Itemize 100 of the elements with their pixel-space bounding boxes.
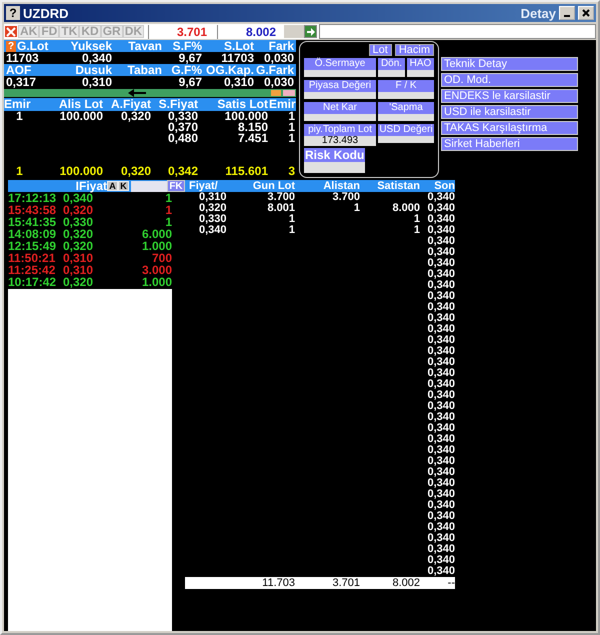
column-header: Tavan: [128, 39, 162, 53]
trade-lot: 6.000: [140, 228, 172, 240]
filter-button[interactable]: A: [107, 181, 118, 191]
column-header: AOF: [6, 64, 32, 76]
summary-value: 11703: [6, 52, 39, 64]
menu-button[interactable]: TAKAS Karşılaştırma: [441, 121, 578, 135]
table-cell: 7.451: [238, 131, 268, 145]
trade-time: 12:15:49: [8, 240, 58, 252]
table-cell-text: 0,340: [426, 258, 455, 269]
filter-button[interactable]: K: [118, 181, 129, 191]
table-cell-text: 0,340: [426, 489, 455, 500]
value-field: [304, 92, 376, 99]
trade-lot: 1: [164, 216, 172, 228]
value-field: [407, 70, 434, 77]
panel-title: Detay: [520, 6, 556, 20]
column-header: Emir: [269, 98, 296, 111]
column-header: OG.Kap.: [206, 63, 254, 77]
field-label: Risk Kodu: [304, 148, 366, 162]
help-icon[interactable]: ?: [6, 6, 20, 20]
table-cell: 0,320: [199, 202, 227, 214]
table-cell: 0,330: [199, 213, 227, 225]
filter-button[interactable]: FK: [167, 180, 185, 192]
table-cell-text: 0,340: [426, 379, 455, 390]
field-label: Net Kar: [304, 102, 376, 114]
trade-time: 10:17:42: [8, 276, 58, 288]
table-cell-text: 0,340: [426, 533, 455, 544]
table-cell-text: 0,340: [426, 566, 455, 577]
total-cell: 11.703: [262, 577, 295, 589]
table-cell: 8.150: [238, 120, 268, 134]
table-cell-text: 0,340: [426, 280, 455, 291]
total-cell: 3: [288, 164, 295, 178]
field-label: USD Değeri: [378, 124, 434, 136]
trade-price: 0,310: [63, 264, 94, 276]
trade-price: 0,320: [63, 204, 94, 216]
total-cell: 0,342: [168, 164, 198, 178]
column-header: Emir: [4, 98, 32, 111]
table-cell-text: 0,340: [426, 269, 455, 280]
table-cell: 3.700: [332, 191, 360, 203]
trade-time: 11:25:42: [8, 264, 56, 276]
trade-price: 0,310: [63, 252, 94, 264]
table-cell-text: 0,340: [426, 412, 455, 423]
menu-button[interactable]: USD ile karsilastir: [441, 105, 578, 119]
menu-button[interactable]: Teknik Detay: [441, 57, 578, 71]
left-arrow-icon: [128, 89, 146, 97]
column-header: Taban: [128, 63, 162, 77]
table-cell: 100.000: [224, 109, 268, 123]
toolbar-tab[interactable]: GR: [100, 25, 123, 38]
close-icon: [582, 9, 590, 17]
help-icon[interactable]: ?: [6, 40, 16, 52]
menu-button[interactable]: OD. Mod.: [441, 73, 578, 87]
table-cell-text: 0,340: [426, 555, 455, 566]
trade-price: 0,340: [63, 192, 94, 204]
table-cell-text: 0,340: [426, 456, 455, 467]
column-header: Fiyat/: [188, 180, 219, 192]
summary-value: 0,340: [82, 51, 112, 65]
total-cell: --: [448, 577, 455, 589]
toolbar-tab[interactable]: DK: [122, 25, 144, 38]
column-header: G.F%: [171, 63, 202, 77]
table-cell: 8.000: [392, 202, 420, 214]
close-button[interactable]: [578, 6, 594, 20]
minimize-button[interactable]: [559, 6, 575, 20]
window-title: UZDRD: [23, 6, 68, 20]
menu-button[interactable]: ENDEKS le karsilastir: [441, 89, 578, 103]
total-cell: 3.701: [332, 577, 360, 589]
column-header: Alistan: [322, 180, 360, 192]
table-cell-text: 0,340: [426, 203, 455, 214]
field-label: Dön.: [378, 58, 405, 70]
trade-lot: 1.000: [140, 240, 172, 252]
go-button[interactable]: [304, 25, 318, 38]
column-header: G.Lot: [17, 40, 48, 52]
input-field[interactable]: [131, 180, 167, 192]
summary-value: 0,310: [224, 75, 254, 89]
input-field[interactable]: [319, 24, 596, 39]
trade-time: 15:43:58: [8, 204, 58, 216]
toolbar-tab[interactable]: AK: [18, 25, 40, 38]
table-cell: 1: [288, 109, 295, 123]
table-cell: 1: [414, 224, 420, 236]
table-cell-text: 0,340: [426, 445, 455, 456]
table-cell-text: 0,340: [426, 467, 455, 478]
toolbar-tab[interactable]: TK: [59, 25, 80, 38]
toggle-button[interactable]: Hacim: [394, 44, 434, 56]
trade-lot: 3.000: [140, 264, 172, 276]
table-cell-text: 0,340: [426, 236, 455, 247]
trade-price: 0,330: [63, 216, 94, 228]
toolbar-tab[interactable]: KD: [79, 25, 101, 38]
column-header: Son: [433, 180, 455, 192]
trade-lot: 1: [164, 204, 172, 216]
trade-time: 17:12:13: [8, 192, 58, 204]
table-cell: 100.000: [60, 109, 103, 123]
value-field: [304, 162, 366, 173]
summary-value: 0,030: [264, 75, 294, 89]
table-cell-text: 0,340: [426, 500, 455, 511]
trade-price: 0,320: [63, 276, 94, 288]
column-header: Dusuk: [75, 63, 112, 77]
menu-button[interactable]: Sirket Haberleri: [441, 137, 578, 151]
field-label: piy.Toplam Lot: [304, 124, 376, 136]
toolbar-tab[interactable]: FD: [39, 25, 60, 38]
toggle-button[interactable]: Lot: [368, 44, 392, 56]
close-icon[interactable]: [4, 25, 18, 38]
trade-price: 0,320: [63, 228, 94, 240]
